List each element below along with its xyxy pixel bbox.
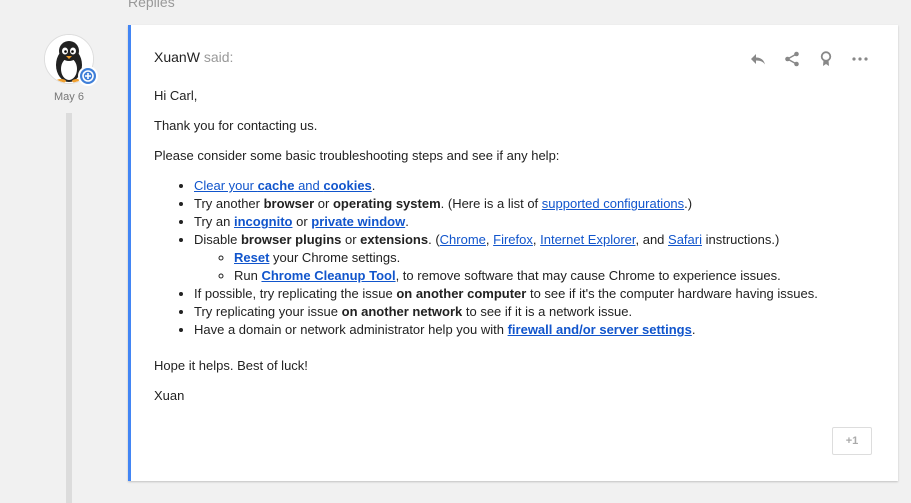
chrome-cleanup-tool-link[interactable]: Chrome Cleanup Tool: [261, 268, 395, 283]
said-label: said:: [203, 49, 234, 65]
post-date: May 6: [54, 91, 84, 103]
post-body: Hi Carl, Thank you for contacting us. Pl…: [154, 87, 884, 417]
award-icon: [820, 51, 832, 66]
troubleshooting-list: Clear your cache and cookies. Try anothe…: [154, 177, 884, 339]
plus-badge-icon: [82, 70, 94, 82]
author-line: XuanW said:: [154, 49, 233, 65]
signature: Xuan: [154, 388, 185, 403]
thread-line: [66, 113, 72, 503]
private-window-link[interactable]: private window: [311, 214, 405, 229]
list-item: If possible, try replicating the issue o…: [194, 285, 884, 303]
list-item: Try replicating your issue on another ne…: [194, 303, 884, 321]
author-name[interactable]: XuanW: [154, 49, 200, 65]
safari-link[interactable]: Safari: [668, 232, 702, 247]
plus-one-button[interactable]: +1: [832, 427, 872, 455]
closing-text: Hope it helps. Best of luck!: [154, 358, 308, 373]
award-button[interactable]: [816, 51, 836, 67]
replies-header: Replies: [128, 0, 175, 10]
avatar-badge: [78, 66, 98, 86]
post-card: XuanW said: Hi Carl, Thank you for conta…: [128, 25, 898, 481]
thanks-text: Thank you for contacting us.: [154, 118, 318, 133]
reset-link[interactable]: Reset: [234, 250, 269, 265]
more-icon: [852, 57, 868, 61]
more-button[interactable]: [850, 51, 870, 67]
intro-text: Please consider some basic troubleshooti…: [154, 148, 560, 163]
sub-list: Reset your Chrome settings. Run Chrome C…: [194, 249, 884, 285]
list-item: Clear your cache and cookies.: [194, 177, 884, 195]
list-item: Try an incognito or private window.: [194, 213, 884, 231]
list-item: Run Chrome Cleanup Tool, to remove softw…: [234, 267, 884, 285]
share-icon: [785, 51, 799, 67]
list-item: Reset your Chrome settings.: [234, 249, 884, 267]
list-item: Try another browser or operating system.…: [194, 195, 884, 213]
firefox-link[interactable]: Firefox: [493, 232, 533, 247]
reply-icon: [751, 54, 765, 65]
reply-button[interactable]: [748, 51, 768, 67]
share-button[interactable]: [782, 51, 802, 67]
list-item: Have a domain or network administrator h…: [194, 321, 884, 339]
supported-configurations-link[interactable]: supported configurations: [542, 196, 684, 211]
list-item: Disable browser plugins or extensions. (…: [194, 231, 884, 285]
incognito-link[interactable]: incognito: [234, 214, 293, 229]
internet-explorer-link[interactable]: Internet Explorer: [540, 232, 635, 247]
greeting: Hi Carl,: [154, 88, 198, 103]
chrome-link[interactable]: Chrome: [440, 232, 486, 247]
firewall-settings-link[interactable]: firewall and/or server settings: [508, 322, 692, 337]
post-actions: [748, 51, 870, 67]
clear-cache-link[interactable]: Clear your cache and cookies: [194, 178, 372, 193]
